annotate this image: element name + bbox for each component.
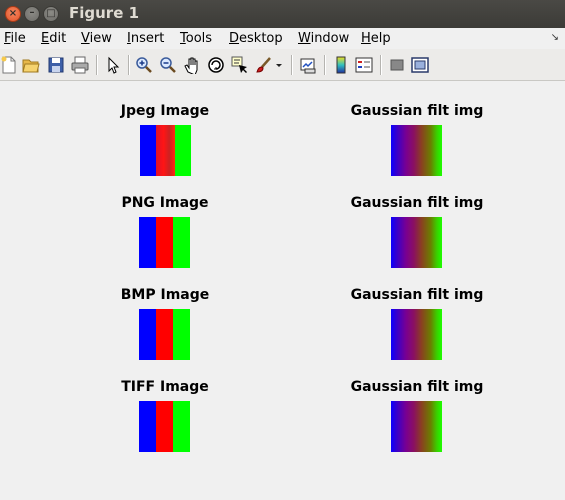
save-icon[interactable] [47,56,65,74]
maximize-window-button[interactable]: □ [43,6,59,22]
plot-title-png: PNG Image [121,195,209,211]
tiff-image[interactable] [139,401,190,452]
plot-title-tiff: TIFF Image [121,379,209,395]
rotate-3d-icon[interactable] [207,56,225,74]
menu-window[interactable]: Window [298,31,349,46]
gaussian-filtered-image-2[interactable] [391,217,442,268]
insert-colorbar-icon[interactable] [332,56,350,74]
jpeg-image[interactable] [140,125,191,176]
gaussian-filtered-image-4[interactable] [391,401,442,452]
brush-icon[interactable] [254,56,272,74]
zoom-out-icon[interactable] [159,56,177,74]
plot-title-jpeg: Jpeg Image [120,103,210,119]
menubar-dock-arrow-icon[interactable]: ↘ [551,32,559,43]
menu-file[interactable]: File [4,31,26,46]
close-window-button[interactable]: × [5,6,21,22]
data-cursor-icon[interactable] [231,56,249,74]
brush-dropdown-icon[interactable] [274,56,284,74]
pan-hand-icon[interactable] [183,56,201,74]
edit-plot-arrow-icon[interactable] [104,56,122,74]
plot-title-gaussian-2: Gaussian filt img [350,195,484,211]
link-plot-icon[interactable] [299,56,317,74]
plot-title-bmp: BMP Image [120,287,210,303]
gaussian-filtered-image-1[interactable] [391,125,442,176]
plot-title-gaussian-1: Gaussian filt img [350,103,484,119]
menu-help[interactable]: Help [361,31,391,46]
figure-toolbar [0,49,565,81]
plot-title-gaussian-4: Gaussian filt img [350,379,484,395]
bmp-image[interactable] [139,309,190,360]
menu-edit[interactable]: Edit [41,31,66,46]
minimize-window-button[interactable]: – [24,6,40,22]
insert-legend-icon[interactable] [355,56,373,74]
show-plot-tools-icon[interactable] [411,56,429,74]
print-icon[interactable] [71,56,89,74]
window-title: Figure 1 [69,4,140,22]
menu-view[interactable]: View [81,31,112,46]
menu-tools[interactable]: Tools [180,31,212,46]
window-titlebar: × – □ Figure 1 [0,0,565,28]
menu-bar: File Edit View Insert Tools Desktop Wind… [0,28,565,49]
plot-title-gaussian-3: Gaussian filt img [350,287,484,303]
gaussian-filtered-image-3[interactable] [391,309,442,360]
hide-plot-tools-icon[interactable] [388,56,406,74]
menu-desktop[interactable]: Desktop [229,31,283,46]
png-image[interactable] [139,217,190,268]
new-figure-icon[interactable] [0,56,18,74]
open-file-icon[interactable] [22,56,40,74]
menu-insert[interactable]: Insert [127,31,164,46]
zoom-in-icon[interactable] [135,56,153,74]
